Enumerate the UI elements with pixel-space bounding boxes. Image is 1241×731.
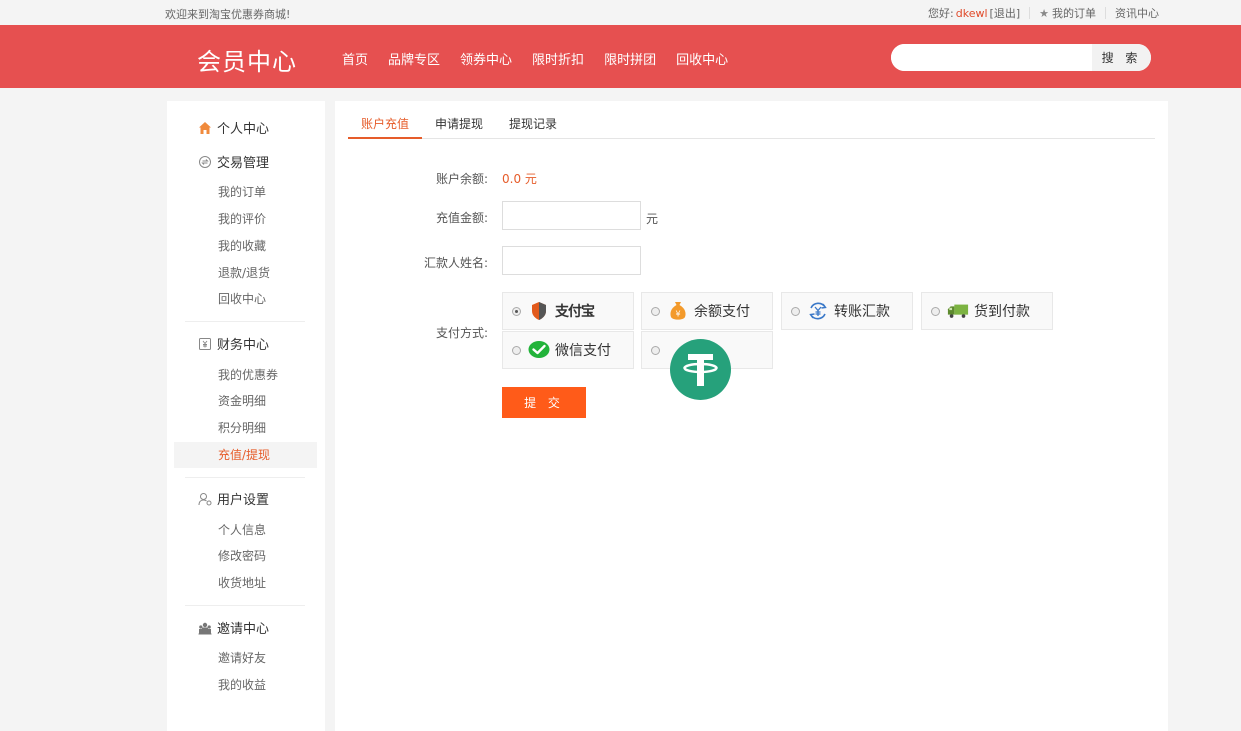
amount-label: 充值金额: (435, 211, 488, 225)
greeting-text: 您好: (928, 7, 954, 20)
sidebar-item-invite-friends[interactable]: 邀请好友 (174, 645, 317, 671)
balance-label: 账户余额: (435, 172, 488, 186)
sidebar-item-password[interactable]: 修改密码 (174, 543, 317, 569)
sidebar-trade-label: 交易管理 (217, 156, 270, 171)
sidebar-item-coupons[interactable]: 我的优惠券 (174, 362, 317, 388)
search-button[interactable]: 搜 索 (1092, 44, 1151, 71)
nav-group-buy[interactable]: 限时拼团 (604, 49, 656, 68)
shield-icon (528, 300, 550, 322)
sidebar-item-my-reviews[interactable]: 我的评价 (174, 206, 317, 232)
sidebar-personal-label: 个人中心 (217, 122, 270, 137)
payment-option-cod[interactable]: 货到付款 (921, 292, 1053, 330)
sidebar-item-points[interactable]: 积分明细 (174, 415, 317, 441)
main-panel: 账户充值 申请提现 提现记录 账户余额: 0.0 元 充值金额: 元 汇款人姓名… (335, 101, 1168, 731)
sidebar-item-funds[interactable]: 资金明细 (174, 388, 317, 414)
star-icon: ★ (1039, 6, 1049, 20)
radio-button[interactable] (512, 345, 521, 355)
search-box: 搜 索 (891, 44, 1151, 71)
wechat-icon (528, 339, 550, 361)
payment-option-wechat[interactable]: 微信支付 (502, 331, 634, 369)
payer-name-input[interactable] (502, 246, 641, 275)
radio-button[interactable] (931, 306, 940, 316)
amount-input[interactable] (502, 201, 641, 230)
username-link[interactable]: dkewl (956, 7, 988, 20)
news-center-link[interactable]: 资讯中心 (1115, 5, 1159, 21)
payment-label: 货到付款 (974, 304, 1030, 320)
sidebar-personal-center[interactable]: 个人中心 (198, 118, 269, 137)
sidebar-invite-title: 邀请中心 (198, 618, 269, 637)
sidebar-item-address[interactable]: 收货地址 (174, 570, 317, 596)
welcome-text: 欢迎来到淘宝优惠券商城! (165, 8, 291, 21)
payment-option-balance[interactable]: ¥ 余额支付 (641, 292, 773, 330)
nav-recycle[interactable]: 回收中心 (676, 49, 728, 68)
payment-label: 余额支付 (694, 304, 750, 320)
sidebar-invite-label: 邀请中心 (217, 622, 270, 637)
brand-title[interactable]: 会员中心 (197, 42, 297, 77)
sidebar: 个人中心 交易管理 我的订单 我的评价 我的收藏 退款/退货 回收中心 财务中心… (167, 101, 325, 731)
sidebar-item-favorites[interactable]: 我的收藏 (174, 233, 317, 259)
sidebar-item-earnings[interactable]: 我的收益 (174, 672, 317, 698)
divider (1029, 7, 1031, 19)
radio-button[interactable] (791, 306, 800, 316)
payment-option-transfer[interactable]: 转账汇款 (781, 292, 913, 330)
exchange-icon (198, 155, 212, 169)
main-nav: 首页 品牌专区 领券中心 限时折扣 限时拼团 回收中心 (342, 49, 748, 68)
sidebar-trade-title: 交易管理 (198, 152, 269, 171)
svg-text:¥: ¥ (675, 310, 680, 319)
balance-value: 0.0 元 (502, 172, 537, 186)
yuan-transfer-icon (807, 300, 829, 322)
divider (185, 605, 305, 606)
sidebar-settings-label: 用户设置 (217, 493, 270, 508)
sidebar-item-refunds[interactable]: 退款/退货 (174, 260, 317, 286)
truck-icon (947, 300, 969, 322)
payment-option-alipay[interactable]: 支付宝 (502, 292, 634, 330)
yuan-bill-icon (198, 337, 212, 351)
sidebar-settings-title: 用户设置 (198, 489, 269, 508)
sidebar-finance-label: 财务中心 (217, 338, 270, 353)
radio-button[interactable] (651, 306, 660, 316)
submit-button[interactable]: 提 交 (502, 387, 586, 418)
divider (185, 321, 305, 322)
tab-recharge[interactable]: 账户充值 (348, 101, 423, 139)
payment-label: 微信支付 (555, 343, 611, 359)
tab-bar: 账户充值 申请提现 提现记录 (348, 101, 1155, 139)
nav-brands[interactable]: 品牌专区 (388, 49, 440, 68)
sidebar-item-recharge[interactable]: 充值/提现 (174, 442, 317, 468)
radio-button[interactable] (651, 345, 660, 355)
tab-withdraw[interactable]: 申请提现 (422, 101, 496, 139)
sidebar-item-my-orders[interactable]: 我的订单 (174, 179, 317, 205)
top-user-links: 您好: dkewl [退出] ★ 我的订单 资讯中心 (928, 5, 1159, 21)
people-icon (198, 621, 212, 635)
divider (1105, 7, 1106, 19)
tab-withdraw-records[interactable]: 提现记录 (496, 101, 570, 139)
money-bag-icon: ¥ (667, 300, 689, 322)
divider (185, 477, 305, 478)
sidebar-item-recycle[interactable]: 回收中心 (174, 286, 317, 312)
top-bar: 欢迎来到淘宝优惠券商城! 您好: dkewl [退出] ★ 我的订单 资讯中心 (0, 0, 1241, 25)
sidebar-item-profile[interactable]: 个人信息 (174, 517, 317, 543)
user-icon (198, 492, 212, 506)
my-orders-link[interactable]: 我的订单 (1052, 5, 1096, 21)
amount-unit: 元 (646, 212, 659, 226)
nav-coupons[interactable]: 领券中心 (460, 49, 512, 68)
nav-discount[interactable]: 限时折扣 (532, 49, 584, 68)
sidebar-finance-title: 财务中心 (198, 334, 269, 353)
home-icon (198, 121, 212, 135)
payment-method-label: 支付方式: (435, 326, 488, 340)
payment-label: 转账汇款 (834, 304, 890, 320)
search-input[interactable] (891, 44, 1091, 71)
payer-name-label: 汇款人姓名: (423, 256, 488, 270)
nav-home[interactable]: 首页 (342, 49, 368, 68)
logout-link[interactable]: [退出] (990, 5, 1021, 21)
radio-button[interactable] (512, 306, 521, 316)
header: 会员中心 首页 品牌专区 领券中心 限时折扣 限时拼团 回收中心 搜 索 (0, 25, 1241, 88)
tether-icon[interactable] (670, 339, 731, 400)
alipay-logo: 支付宝 (555, 304, 595, 320)
